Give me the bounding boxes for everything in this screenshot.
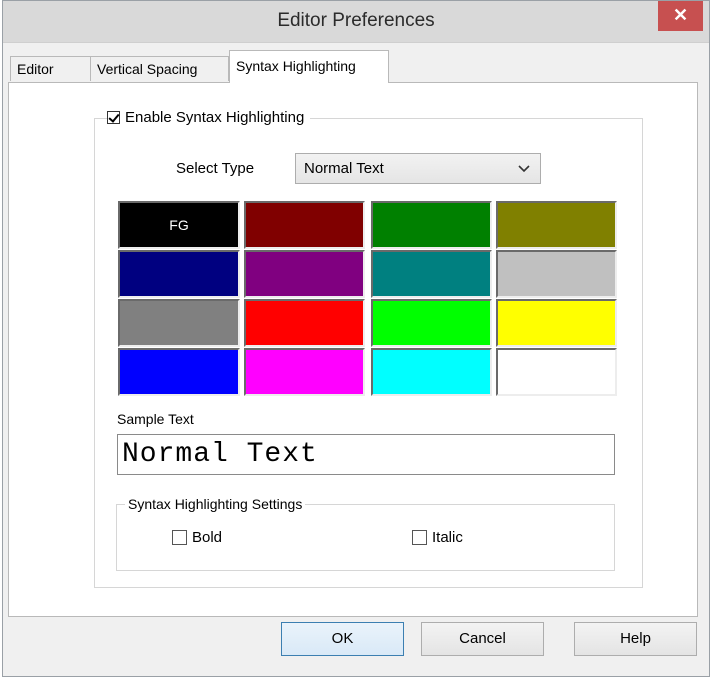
select-type-value: Normal Text xyxy=(304,160,384,177)
bold-checkbox-box[interactable] xyxy=(172,530,187,545)
tab-syntax-highlighting-label: Syntax Highlighting xyxy=(236,58,356,74)
ok-button[interactable]: OK xyxy=(281,622,404,656)
tab-syntax-highlighting[interactable]: Syntax Highlighting xyxy=(229,50,389,83)
color-swatch[interactable] xyxy=(496,250,617,298)
color-swatch[interactable] xyxy=(118,299,240,347)
tab-vertical-spacing-label: Vertical Spacing xyxy=(97,61,198,77)
sample-text-box: Normal Text xyxy=(117,434,615,475)
color-swatch[interactable] xyxy=(496,201,617,249)
close-button[interactable]: ✕ xyxy=(658,1,703,31)
color-swatch[interactable] xyxy=(371,348,492,396)
color-swatch[interactable] xyxy=(244,201,365,249)
enable-checkbox-label: Enable Syntax Highlighting xyxy=(125,109,305,126)
color-swatch[interactable] xyxy=(371,299,492,347)
color-swatch[interactable] xyxy=(496,299,617,347)
title-bar: Editor Preferences ✕ xyxy=(3,1,709,43)
color-swatch[interactable] xyxy=(371,250,492,298)
color-swatch[interactable] xyxy=(118,348,240,396)
color-swatch[interactable] xyxy=(496,348,617,396)
help-button[interactable]: Help xyxy=(574,622,697,656)
foreground-marker: FG xyxy=(169,217,189,233)
cancel-button[interactable]: Cancel xyxy=(421,622,544,656)
window-title: Editor Preferences xyxy=(277,10,435,31)
color-swatch[interactable] xyxy=(118,250,240,298)
tab-editor[interactable]: Editor xyxy=(10,56,91,81)
tab-editor-label: Editor xyxy=(17,61,54,77)
select-type-dropdown[interactable]: Normal Text xyxy=(295,153,541,184)
italic-checkbox[interactable]: Italic xyxy=(412,529,463,546)
color-swatch[interactable] xyxy=(244,250,365,298)
bold-checkbox-label: Bold xyxy=(192,529,223,546)
select-type-label: Select Type xyxy=(176,160,255,177)
color-swatch[interactable] xyxy=(244,348,365,396)
color-swatch[interactable] xyxy=(244,299,365,347)
tab-vertical-spacing[interactable]: Vertical Spacing xyxy=(90,56,229,81)
enable-syntax-highlighting-checkbox[interactable]: Enable Syntax Highlighting xyxy=(107,109,311,126)
color-swatch[interactable] xyxy=(371,201,492,249)
chevron-down-icon xyxy=(518,154,530,194)
color-swatch[interactable]: FG xyxy=(118,201,240,249)
sample-text-label: Sample Text xyxy=(117,411,194,427)
enable-checkbox-box[interactable] xyxy=(107,111,120,124)
italic-checkbox-box[interactable] xyxy=(412,530,427,545)
close-icon: ✕ xyxy=(672,5,689,25)
italic-checkbox-label: Italic xyxy=(432,529,463,546)
bold-checkbox[interactable]: Bold xyxy=(172,529,222,546)
syntax-settings-label: Syntax Highlighting Settings xyxy=(125,496,306,512)
